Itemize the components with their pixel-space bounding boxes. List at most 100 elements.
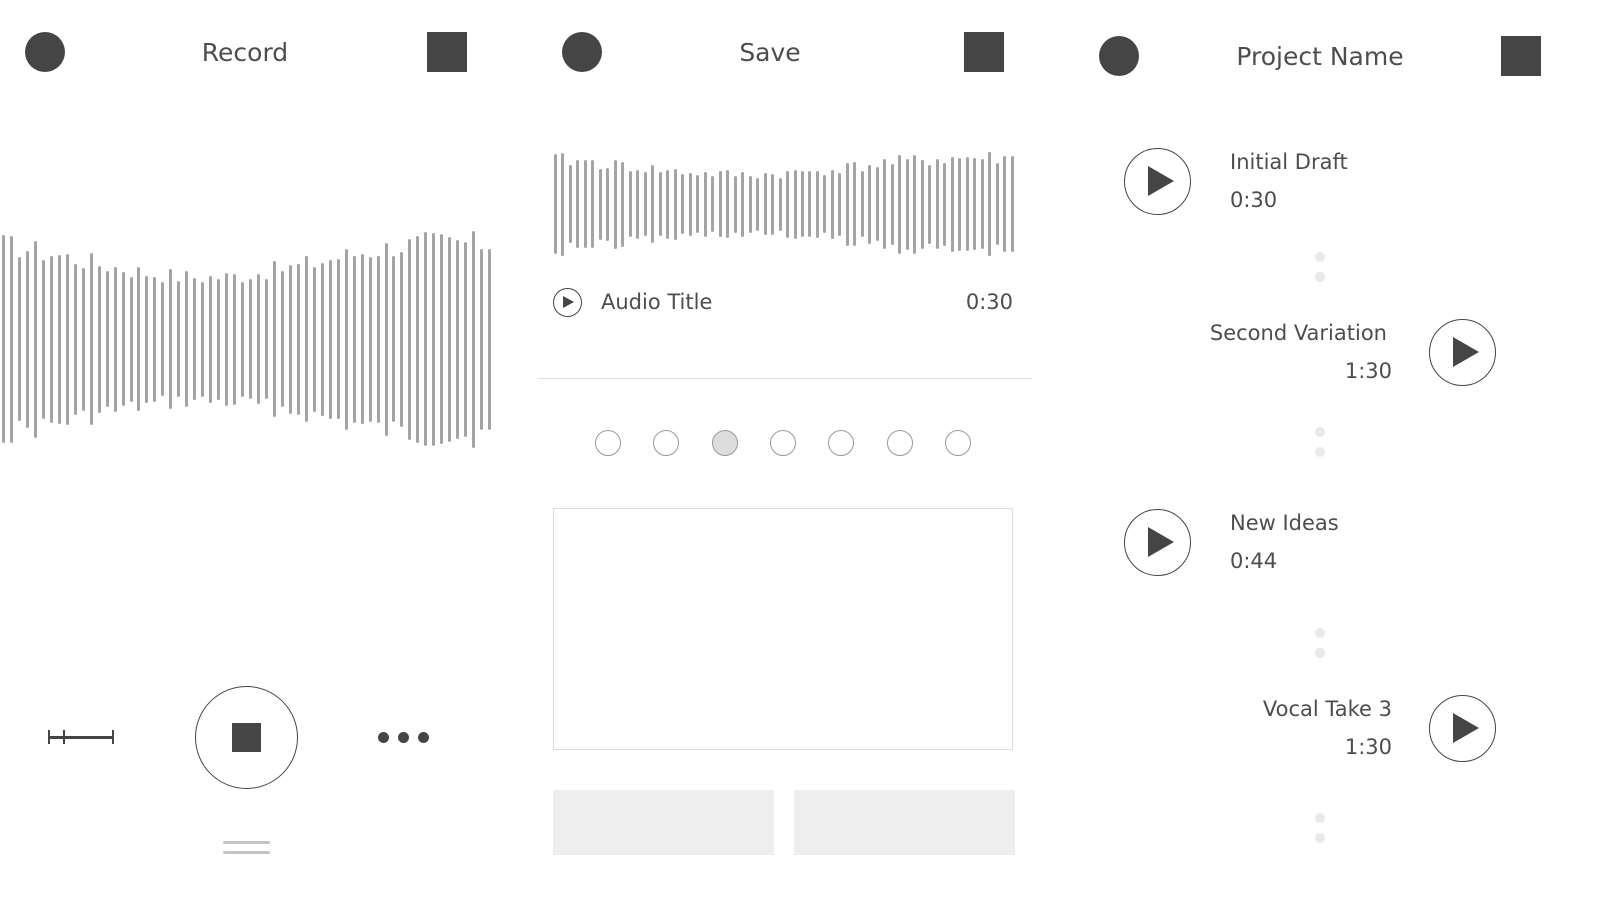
project-square-icon[interactable] [1501, 36, 1541, 76]
trim-icon[interactable] [48, 728, 116, 746]
waveform-bar [336, 259, 340, 419]
waveform-bar [257, 274, 260, 404]
take-duration: 0:30 [1230, 188, 1278, 212]
option-selector [595, 430, 975, 458]
waveform-bar [272, 261, 276, 417]
waveform-bar [49, 255, 53, 423]
waveform-bar [808, 171, 812, 237]
waveform-bar [464, 241, 468, 437]
save-square-icon[interactable] [964, 32, 1004, 72]
waveform-bar [113, 266, 117, 412]
option-radio[interactable] [653, 430, 680, 456]
waveform-bar [658, 172, 662, 236]
waveform-bar [726, 170, 730, 238]
waveform-bar [480, 248, 484, 430]
waveform-bar [898, 154, 902, 254]
waveform-bar [249, 279, 253, 399]
record-square-icon[interactable] [427, 32, 467, 72]
waveform-bar [41, 259, 45, 419]
connector [1315, 252, 1325, 282]
waveform-bar [456, 239, 460, 439]
option-radio[interactable] [886, 430, 913, 456]
waveform-bar [233, 273, 237, 405]
waveform-bar [583, 160, 587, 248]
take-play-button-second-variation[interactable] [1429, 319, 1496, 386]
record-circle-icon[interactable] [25, 32, 65, 72]
waveform-bar [201, 281, 205, 397]
waveform-bar [17, 257, 21, 421]
take-duration: 0:44 [1230, 549, 1278, 573]
waveform-bar [209, 275, 213, 403]
waveform-bar [97, 265, 101, 413]
waveform-bar [950, 156, 954, 252]
option-radio[interactable] [769, 430, 796, 456]
save-circle-icon[interactable] [562, 32, 602, 72]
option-radio[interactable] [711, 430, 738, 456]
waveform-bar [193, 278, 197, 400]
waveform-bar [576, 160, 580, 248]
waveform-bar [928, 164, 932, 244]
take-play-button-new-ideas[interactable] [1124, 509, 1191, 576]
waveform-bar [33, 240, 37, 438]
waveform-bar [711, 176, 715, 232]
waveform-bar [81, 267, 85, 411]
audio-title: Audio Title [601, 290, 713, 314]
waveform-bar [440, 234, 444, 444]
audio-duration: 0:30 [965, 290, 1013, 314]
stop-icon [232, 723, 261, 752]
option-radio[interactable] [595, 430, 621, 456]
waveform-bar [312, 266, 316, 412]
waveform-bar [89, 253, 93, 425]
audio-play-button[interactable] [553, 288, 582, 317]
waveform-bar [2, 235, 5, 443]
waveform-bar [943, 162, 947, 246]
waveform-bar [25, 250, 29, 428]
audio-waveform [554, 148, 1014, 260]
take-name: Initial Draft [1230, 150, 1348, 174]
waveform-bar [823, 175, 827, 233]
waveform-bar [368, 256, 372, 422]
waveform-bar [392, 256, 396, 422]
play-icon [563, 296, 574, 308]
waveform-bar [673, 168, 677, 240]
waveform-bar [1010, 156, 1014, 252]
option-radio[interactable] [944, 430, 971, 456]
waveform-bar [838, 172, 842, 236]
waveform-bar [161, 282, 165, 396]
waveform-bar [328, 259, 332, 419]
cancel-button[interactable] [553, 790, 774, 855]
save-panel: Save Audio Title 0:30 [537, 0, 1032, 900]
waveform-bar [913, 154, 917, 254]
waveform-bar [973, 158, 977, 250]
waveform-bar [793, 169, 797, 239]
waveform-bar [681, 174, 685, 234]
waveform-bar [800, 171, 804, 237]
option-radio[interactable] [828, 430, 855, 456]
take-play-button-vocal-take-3[interactable] [1429, 695, 1496, 762]
take-name: Second Variation [1209, 321, 1387, 345]
stop-record-button[interactable] [195, 686, 298, 789]
waveform-bar [145, 275, 149, 403]
drag-handle-icon[interactable] [223, 841, 270, 857]
waveform-bar [129, 276, 133, 402]
waveform-bar [185, 271, 189, 407]
more-icon[interactable] [378, 731, 430, 745]
waveform-bar [621, 161, 625, 247]
save-button[interactable] [794, 790, 1015, 855]
waveform-bar [177, 281, 181, 397]
waveform-bar [280, 271, 284, 407]
project-circle-icon[interactable] [1099, 36, 1139, 76]
record-title: Record [201, 38, 289, 67]
waveform-bar [613, 159, 617, 249]
notes-textarea[interactable] [553, 508, 1013, 750]
waveform-bar [554, 154, 557, 254]
waveform-bar [748, 175, 752, 233]
waveform-bar [868, 164, 872, 244]
waveform-bar [217, 278, 221, 400]
waveform-bar [815, 170, 819, 238]
take-play-button-initial-draft[interactable] [1124, 148, 1191, 215]
waveform-bar [288, 264, 292, 414]
waveform-bar [488, 248, 492, 430]
waveform-bar [628, 171, 632, 237]
waveform-bar [703, 171, 707, 237]
